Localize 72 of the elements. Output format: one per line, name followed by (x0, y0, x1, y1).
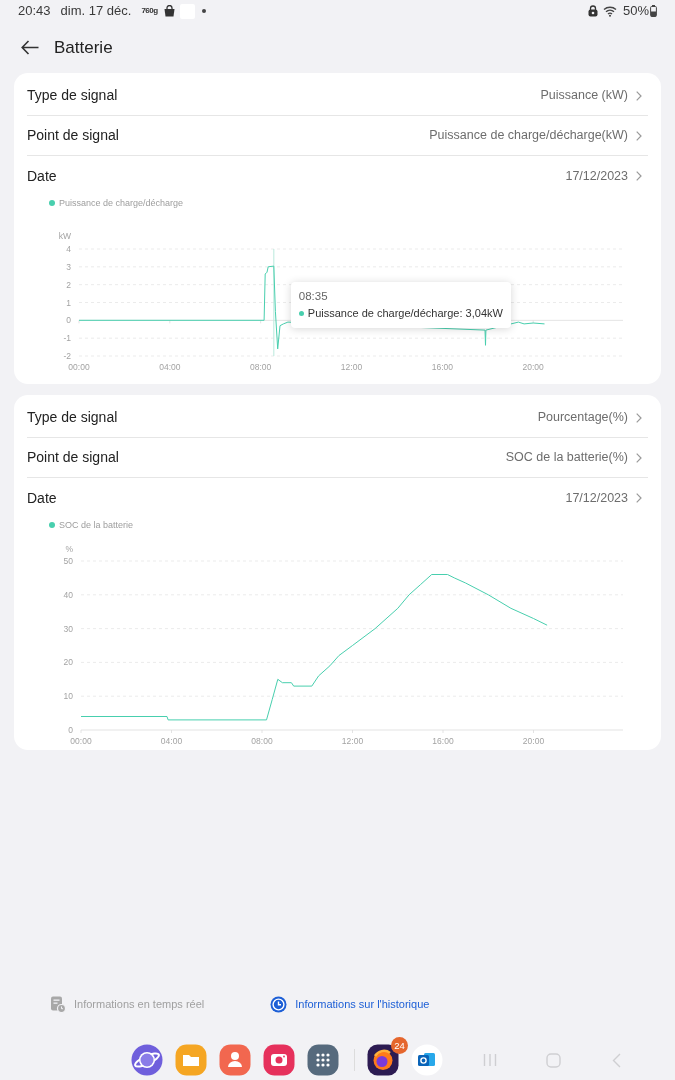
y-axis-label: 0 (68, 725, 73, 735)
mail-app-icon[interactable] (411, 1044, 443, 1076)
status-time: 20:43 (18, 2, 51, 21)
shopping-bag-icon (163, 5, 175, 17)
home-icon (546, 1052, 561, 1068)
app-grid-icon[interactable] (307, 1044, 339, 1076)
y-axis-label: 0 (66, 315, 71, 326)
axis-unit-label: % (65, 544, 73, 554)
x-axis-label: 20:00 (522, 736, 545, 746)
recents-icon (483, 1053, 497, 1067)
back-chevron-icon (612, 1052, 621, 1068)
y-axis-label: 3 (66, 261, 71, 272)
x-axis-label: 20:00 (522, 362, 544, 372)
y-axis-label: 10 (63, 691, 73, 702)
value-selector[interactable]: Pourcentage(%) (537, 408, 648, 427)
chevron-right-icon (636, 412, 642, 423)
row-label: Type de signal (27, 408, 118, 427)
y-axis-label: 50 (63, 556, 73, 566)
y-axis-label: 2 (66, 279, 71, 290)
tooltip-value: Puissance de charge/décharge: 3,04kW (307, 306, 503, 320)
x-axis-label: 04:00 (159, 362, 181, 372)
value-selector[interactable]: SOC de la batterie(%) (505, 448, 648, 467)
y-axis-label: 1 (66, 297, 71, 308)
legend-label: Puissance de charge/décharge (59, 198, 184, 208)
y-axis-label: 20 (63, 657, 73, 668)
back-button[interactable] (21, 40, 39, 55)
x-axis-label: 12:00 (340, 362, 363, 372)
document-clock-icon (50, 995, 66, 1013)
chevron-right-icon (636, 171, 642, 181)
x-axis-label: 04:00 (160, 736, 183, 746)
x-axis-label: 00:00 (68, 362, 90, 372)
wifi-icon (602, 5, 618, 17)
row-label: Point de signal (27, 126, 119, 145)
legend-label: SOC de la batterie (59, 520, 134, 530)
value-selector[interactable]: 17/12/2023 (565, 488, 648, 508)
row-label: Point de signal (27, 448, 119, 467)
row-label: Date (27, 488, 57, 508)
chevron-right-icon (636, 493, 642, 503)
x-axis-label: 16:00 (431, 362, 453, 372)
x-axis-label: 16:00 (432, 736, 454, 746)
chevron-right-icon (636, 452, 642, 463)
notification-badge: 24 (391, 1037, 408, 1054)
y-axis-label: -2 (63, 351, 71, 361)
y-axis-label: -1 (63, 333, 71, 344)
chevron-right-icon (636, 130, 642, 141)
status-date: dim. 17 déc. (60, 2, 132, 21)
x-axis-label: 00:00 (70, 736, 92, 746)
x-axis-label: 08:00 (250, 362, 272, 372)
lock-icon (587, 5, 598, 17)
row-label: Type de signal (27, 86, 118, 105)
clock-icon (270, 995, 288, 1013)
x-axis-label: 08:00 (251, 736, 273, 746)
row-label: Date (27, 166, 57, 186)
y-axis-label: 40 (63, 589, 73, 600)
chevron-right-icon (636, 90, 642, 101)
camera-app-icon[interactable] (263, 1044, 295, 1076)
x-axis-label: 12:00 (341, 736, 364, 746)
value-selector[interactable]: Puissance (kW) (540, 86, 648, 105)
back-arrow-icon (21, 40, 39, 55)
tooltip-time: 08:35 (298, 289, 329, 303)
planet-app-icon[interactable] (131, 1044, 163, 1076)
battery-icon (650, 5, 657, 17)
axis-unit-label: kW (58, 231, 71, 241)
notification-label: 760g (141, 5, 158, 17)
bottom-tab[interactable]: Informations sur l'historique (270, 995, 430, 1013)
y-axis-label: 4 (66, 244, 71, 254)
value-selector[interactable]: 17/12/2023 (565, 166, 648, 186)
page-title: Batterie (54, 36, 113, 59)
battery-percent: 50% (622, 2, 649, 21)
person-app-icon[interactable] (219, 1044, 251, 1076)
y-axis-label: 30 (63, 623, 73, 634)
value-selector[interactable]: Puissance de charge/décharge(kW) (429, 126, 648, 145)
